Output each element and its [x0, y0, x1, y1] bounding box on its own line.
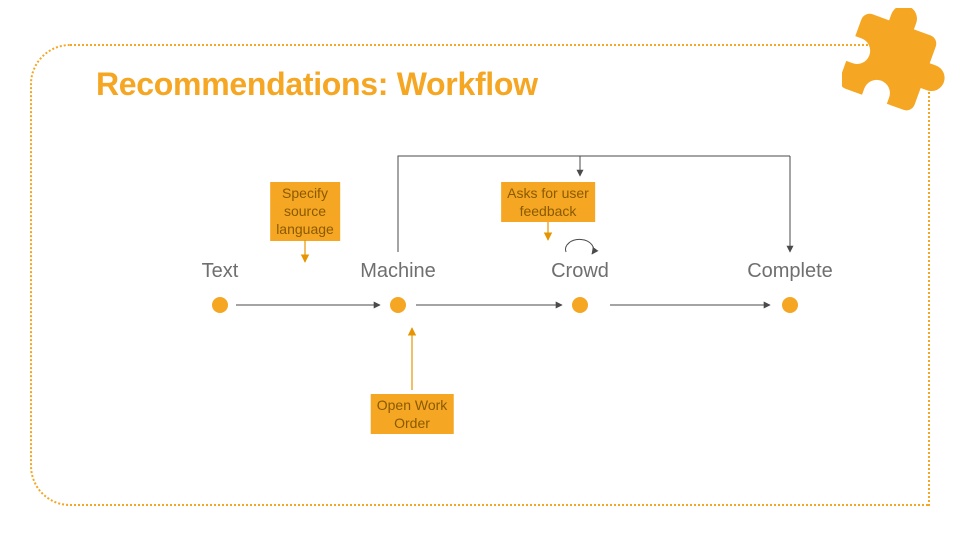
- stage-dot-machine: [390, 297, 406, 313]
- note-line: feedback: [507, 202, 589, 220]
- note-line: Asks for user: [507, 184, 589, 202]
- puzzle-icon: [842, 8, 952, 118]
- note-user-feedback: Asks for user feedback: [501, 182, 595, 222]
- stage-label-machine: Machine: [360, 260, 436, 283]
- note-line: Specify: [276, 184, 334, 202]
- note-line: source: [276, 202, 334, 220]
- note-specify-language: Specify source language: [270, 182, 340, 241]
- note-line: language: [276, 220, 334, 238]
- note-line: Open Work: [377, 396, 448, 414]
- note-open-work-order: Open Work Order: [371, 394, 454, 434]
- note-line: Order: [377, 414, 448, 432]
- stage-label-complete: Complete: [747, 260, 833, 283]
- stage-dot-text: [212, 297, 228, 313]
- stage-label-crowd: Crowd: [551, 260, 609, 283]
- stage-label-text: Text: [202, 260, 239, 283]
- stage-dot-complete: [782, 297, 798, 313]
- slide-title: Recommendations: Workflow: [96, 66, 538, 103]
- stage-dot-crowd: [572, 297, 588, 313]
